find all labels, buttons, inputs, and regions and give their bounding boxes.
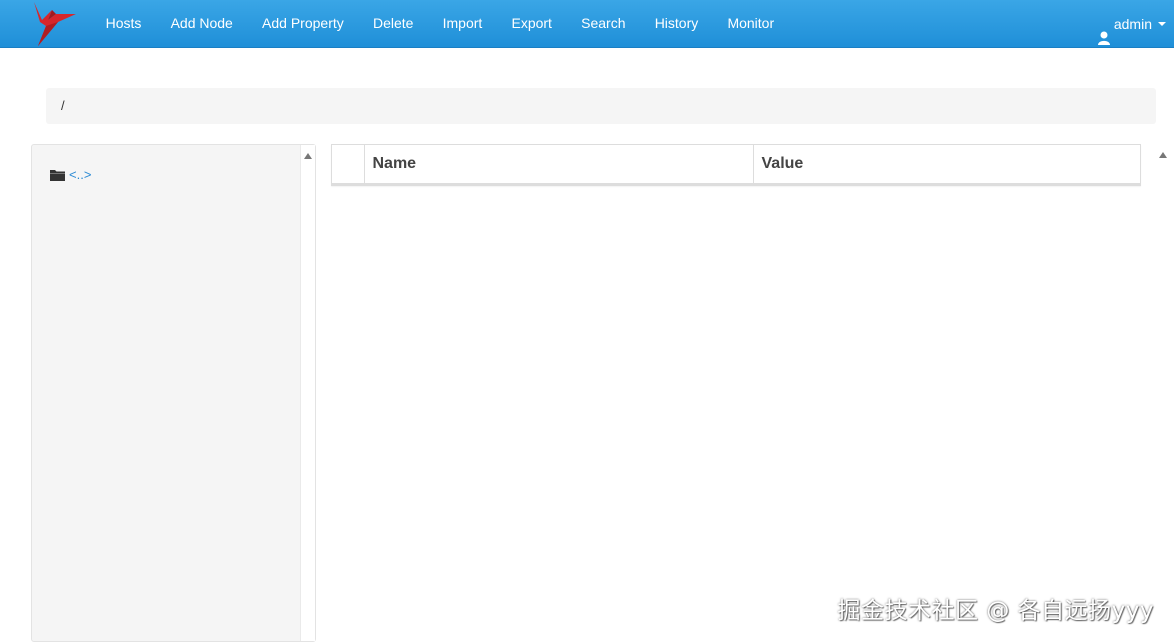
main-scrollbar[interactable] [1156, 144, 1171, 642]
folder-icon [50, 169, 65, 181]
nav-add-node[interactable]: Add Node [156, 0, 247, 48]
tree-item-parent[interactable]: <..> [50, 167, 91, 182]
table-header-row: Name Value [332, 145, 1140, 185]
chevron-down-icon [1158, 22, 1166, 26]
nav-menu: Hosts Add Node Add Property Delete Impor… [91, 0, 789, 48]
properties-table: Name Value [332, 145, 1140, 185]
scroll-up-arrow-icon[interactable] [304, 153, 312, 159]
nav-import[interactable]: Import [428, 0, 497, 48]
nav-history[interactable]: History [640, 0, 713, 48]
user-menu-dropdown[interactable]: admin [1097, 0, 1166, 48]
nav-add-property[interactable]: Add Property [247, 0, 358, 48]
nav-search[interactable]: Search [567, 0, 641, 48]
tree-scrollbar[interactable] [300, 145, 315, 641]
select-column-header[interactable] [332, 145, 365, 185]
watermark-text: 掘金技术社区 @ 各自远扬yyy [837, 598, 1154, 624]
value-column-header[interactable]: Value [753, 145, 1140, 185]
user-icon [1097, 17, 1110, 45]
nav-delete[interactable]: Delete [358, 0, 428, 48]
properties-table-container: Name Value [331, 144, 1141, 186]
nav-export[interactable]: Export [497, 0, 567, 48]
breadcrumb-path[interactable]: / [61, 98, 65, 113]
nav-monitor[interactable]: Monitor [713, 0, 789, 48]
nav-hosts[interactable]: Hosts [91, 0, 156, 48]
scroll-up-arrow-icon[interactable] [1159, 152, 1167, 158]
top-navbar: Hosts Add Node Add Property Delete Impor… [0, 0, 1174, 48]
user-name: admin [1113, 16, 1152, 32]
tree-item-label[interactable]: <..> [69, 167, 91, 182]
breadcrumb: / [46, 88, 1156, 124]
name-column-header[interactable]: Name [364, 145, 754, 185]
bird-logo-icon[interactable] [30, 0, 80, 48]
node-tree-panel: <..> [31, 144, 316, 642]
